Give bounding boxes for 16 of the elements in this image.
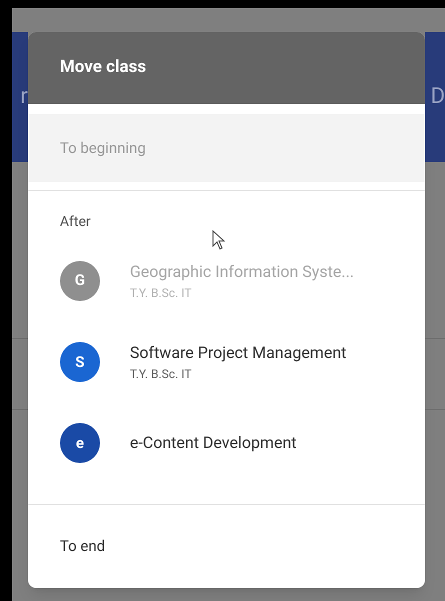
class-avatar: e <box>60 423 100 464</box>
mouse-cursor-icon <box>212 230 226 250</box>
dialog-title: Move class <box>60 56 146 80</box>
section-label: After <box>60 212 91 232</box>
class-option[interactable]: e e-Content Development <box>28 402 425 484</box>
class-option[interactable]: S Software Project Management T.Y. B.Sc. IT <box>28 321 425 403</box>
class-name: Geographic Information Syste... <box>130 260 354 283</box>
to-end-option[interactable]: To end <box>28 504 425 588</box>
class-name: e-Content Development <box>130 432 297 454</box>
class-avatar: S <box>60 342 100 382</box>
class-name: Software Project Management <box>130 342 346 364</box>
class-avatar: G <box>60 260 100 301</box>
class-section: T.Y. B.Sc. IT <box>130 364 346 383</box>
class-section: T.Y. B.Sc. IT <box>130 284 354 302</box>
background-text: r <box>20 86 28 108</box>
background-text: D <box>430 86 445 108</box>
